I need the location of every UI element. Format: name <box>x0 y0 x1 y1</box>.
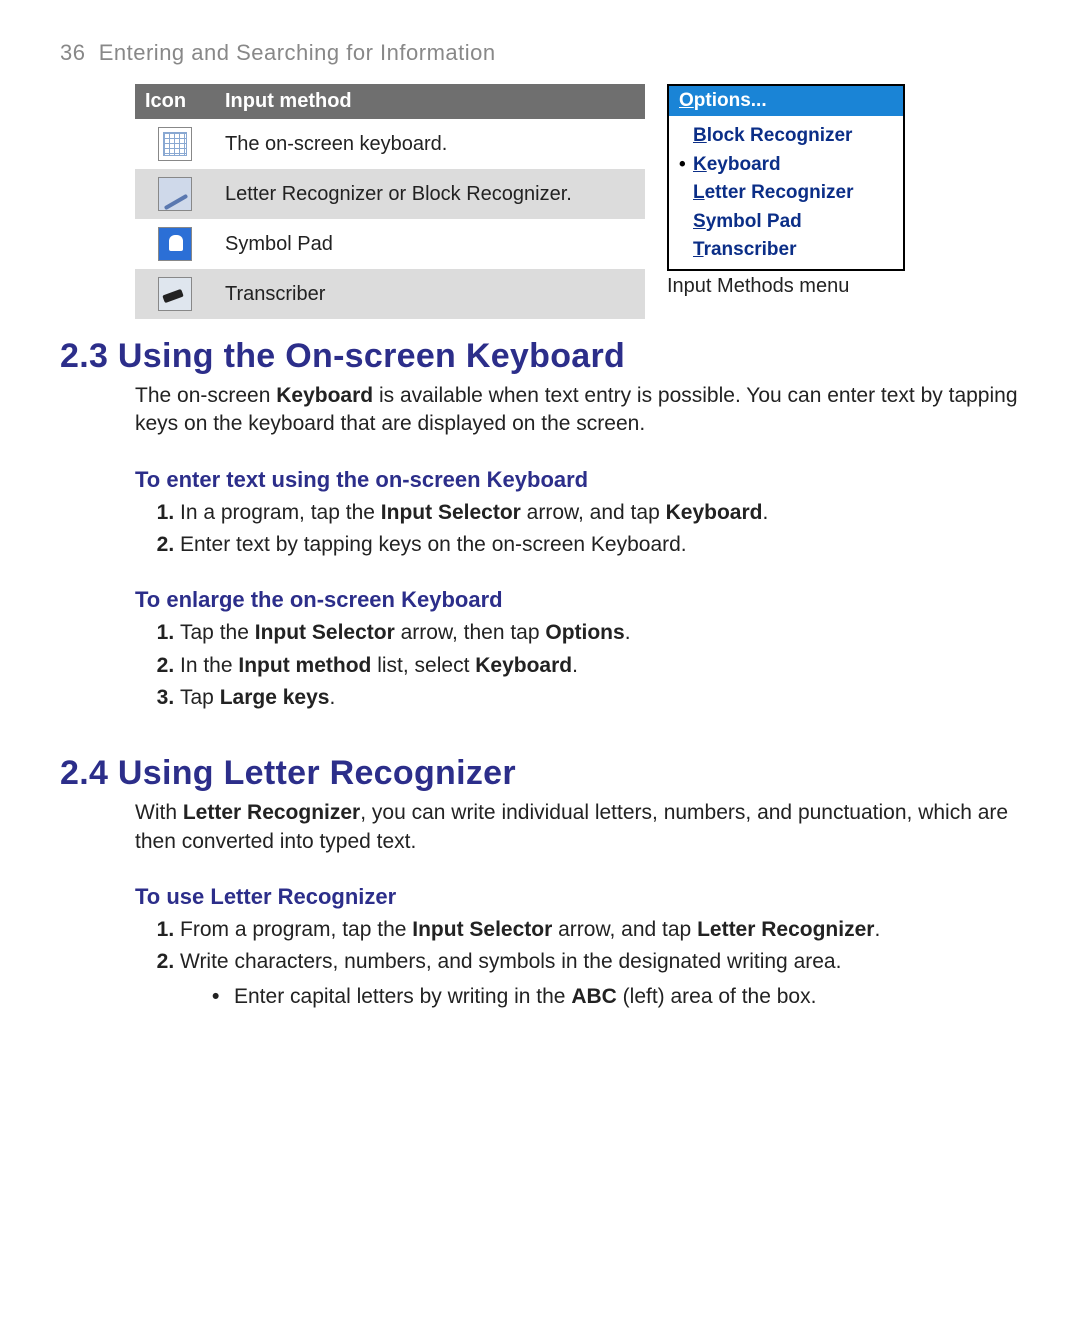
list-item: Write characters, numbers, and symbols i… <box>180 948 1020 1011</box>
menu-title-rest: ptions... <box>694 90 767 111</box>
transcriber-icon <box>158 277 192 311</box>
list-item: In the Input method list, select Keyboar… <box>180 652 1020 680</box>
chapter-title: Entering and Searching for Information <box>99 40 496 65</box>
steps-enter-text: In a program, tap the Input Selector arr… <box>180 499 1020 560</box>
section-2-4-intro: With Letter Recognizer, you can write in… <box>135 799 1020 856</box>
input-methods-menu: Options... Block Recognizer Keyboard Let… <box>667 84 905 271</box>
pen-icon <box>158 177 192 211</box>
section-heading-2-3: 2.3 Using the On-screen Keyboard <box>60 337 1020 376</box>
menu-item-transcriber[interactable]: Transcriber <box>679 236 893 265</box>
table-row: Symbol Pad <box>135 219 645 269</box>
sub-bullets: Enter capital letters by writing in the … <box>212 983 1020 1011</box>
input-methods-menu-figure: Options... Block Recognizer Keyboard Let… <box>667 84 905 298</box>
table-cell: Transcriber <box>215 269 645 319</box>
list-item: Enter text by tapping keys on the on-scr… <box>180 531 1020 559</box>
steps-letter-recognizer: From a program, tap the Input Selector a… <box>180 916 1020 1011</box>
table-cell: The on-screen keyboard. <box>215 119 645 169</box>
menu-caption: Input Methods menu <box>667 275 905 298</box>
menu-item-letter-recognizer[interactable]: Letter Recognizer <box>679 179 893 208</box>
page-number: 36 <box>60 40 85 65</box>
sub-heading-enlarge: To enlarge the on-screen Keyboard <box>135 587 1020 613</box>
list-item: Enter capital letters by writing in the … <box>212 983 1020 1011</box>
section-2-3-intro: The on-screen Keyboard is available when… <box>135 382 1020 439</box>
menu-title-hotkey: O <box>679 90 694 111</box>
menu-item-block-recognizer[interactable]: Block Recognizer <box>679 122 893 151</box>
menu-title-options[interactable]: Options... <box>669 86 903 116</box>
symbol-pad-icon <box>158 227 192 261</box>
table-row: Letter Recognizer or Block Recognizer. <box>135 169 645 219</box>
table-row: The on-screen keyboard. <box>135 119 645 169</box>
list-item: From a program, tap the Input Selector a… <box>180 916 1020 944</box>
section-heading-2-4: 2.4 Using Letter Recognizer <box>60 754 1020 793</box>
table-header-icon: Icon <box>135 84 215 119</box>
top-figure-row: Icon Input method The on-screen keyboard… <box>135 84 1020 319</box>
table-cell: Letter Recognizer or Block Recognizer. <box>215 169 645 219</box>
input-method-table: Icon Input method The on-screen keyboard… <box>135 84 645 319</box>
sub-heading-use-letter-recognizer: To use Letter Recognizer <box>135 884 1020 910</box>
keyboard-icon <box>158 127 192 161</box>
steps-enlarge: Tap the Input Selector arrow, then tap O… <box>180 619 1020 712</box>
list-item: Tap Large keys. <box>180 684 1020 712</box>
table-cell: Symbol Pad <box>215 219 645 269</box>
list-item: Tap the Input Selector arrow, then tap O… <box>180 619 1020 647</box>
menu-item-symbol-pad[interactable]: Symbol Pad <box>679 208 893 237</box>
table-header-method: Input method <box>215 84 645 119</box>
list-item: In a program, tap the Input Selector arr… <box>180 499 1020 527</box>
table-row: Transcriber <box>135 269 645 319</box>
menu-item-keyboard[interactable]: Keyboard <box>679 151 893 180</box>
page-header: 36 Entering and Searching for Informatio… <box>60 40 1020 66</box>
sub-heading-enter-text: To enter text using the on-screen Keyboa… <box>135 467 1020 493</box>
